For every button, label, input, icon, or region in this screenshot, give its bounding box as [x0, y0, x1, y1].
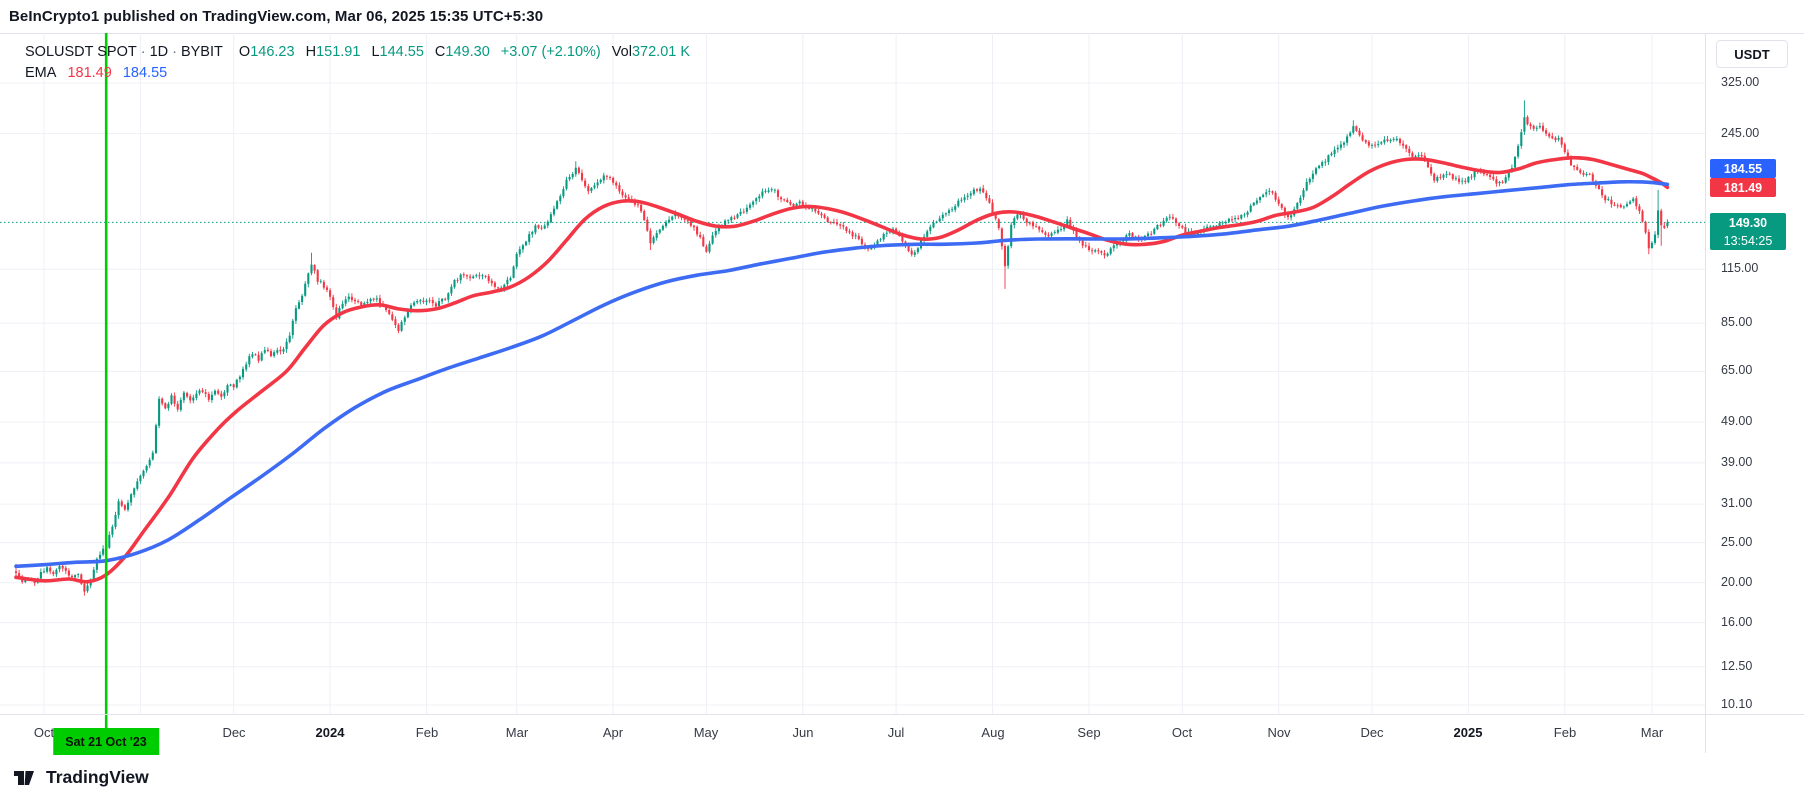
time-tick-label: Feb [1553, 725, 1577, 740]
separator-dot: · [140, 44, 146, 60]
time-tick-label: May [693, 725, 719, 740]
separator-dot: · [172, 44, 177, 60]
time-tick-label: Mar [1640, 725, 1664, 740]
change-value: +3.07 (+2.10%) [500, 44, 601, 60]
event-date-label: Sat 21 Oct '23 [53, 728, 159, 755]
price-tick-label: 115.00 [1721, 261, 1759, 275]
ema-fast-badge[interactable]: 181.49 [1710, 178, 1776, 197]
time-tick-label: Feb [415, 725, 439, 740]
last-price-badge[interactable]: 149.30 13:54:25 [1710, 213, 1786, 250]
time-tick-label: Oct [1171, 725, 1193, 740]
footer: TradingView [0, 753, 1804, 803]
price-axis[interactable]: USDT 325.00 245.00 115.00 85.00 65.00 49.00 39… [1705, 33, 1804, 753]
open-value: O146.23 [238, 44, 295, 60]
price-tick-label: 245.00 [1721, 126, 1760, 140]
time-tick-label: Dec [1360, 725, 1384, 740]
price-tick-label: 12.50 [1721, 659, 1753, 673]
time-tick-label: 2024 [315, 725, 345, 740]
candle-countdown: 13:54:25 [1723, 233, 1773, 248]
tradingview-logo-icon[interactable] [13, 768, 40, 790]
price-tick-label: 16.00 [1721, 615, 1753, 629]
ema-slow-value: 184.55 [122, 65, 168, 81]
chart-legend-ohlc: SOLUSDT SPOT · 1D · BYBIT O146.23 H151.91 L1… [25, 44, 697, 60]
volume-value: Vol372.01 K [611, 44, 691, 60]
price-tick-label: 20.00 [1721, 575, 1753, 589]
time-tick-label: Sep [1077, 725, 1101, 740]
price-tick-label: 25.00 [1721, 535, 1753, 549]
price-tick-label: 31.00 [1721, 496, 1753, 510]
low-value: L144.55 [371, 44, 424, 60]
time-tick-label: Mar [505, 725, 529, 740]
time-tick-label: Dec [222, 725, 246, 740]
candlestick-chart-canvas[interactable] [0, 0, 1804, 803]
price-tick-label: 39.00 [1721, 455, 1753, 469]
time-tick-label: Oct [33, 725, 55, 740]
price-tick-label: 85.00 [1721, 315, 1753, 329]
time-tick-label: Jul [887, 725, 905, 740]
price-tick-label: 49.00 [1721, 414, 1753, 428]
ema-fast-value: 181.49 [67, 65, 112, 81]
last-price-value: 149.30 [1728, 215, 1768, 230]
exchange: BYBIT [180, 44, 223, 60]
price-tick-label: 325.00 [1721, 75, 1760, 89]
high-value: H151.91 [305, 44, 361, 60]
time-tick-label: Nov [1267, 725, 1291, 740]
time-tick-label: Jun [792, 725, 814, 740]
time-tick-label: Aug [981, 725, 1005, 740]
price-tick-label: 10.10 [1721, 697, 1753, 711]
published-chart-page: BeInCrypto1 published on TradingView.com… [0, 0, 1804, 803]
tradingview-brand-text[interactable]: TradingView [46, 767, 149, 788]
ema-slow-badge[interactable]: 184.55 [1710, 159, 1776, 178]
symbol-title[interactable]: SOLUSDT SPOT · 1D · BYBIT [25, 44, 223, 60]
time-axis[interactable]: Oct Dec 2024 Feb Mar Apr May Jun Jul Aug Sep Oct Nov… [0, 714, 1804, 755]
ema-label[interactable]: EMA [25, 65, 56, 81]
price-tick-label: 65.00 [1721, 363, 1753, 377]
time-tick-label: 2025 [1453, 725, 1483, 740]
chart-legend-ema: EMA 181.49 184.55 [25, 65, 174, 81]
close-value: C149.30 [434, 44, 490, 60]
time-tick-label: Apr [602, 725, 624, 740]
currency-toggle-button[interactable]: USDT [1716, 40, 1788, 68]
timeframe: 1D [149, 44, 169, 60]
